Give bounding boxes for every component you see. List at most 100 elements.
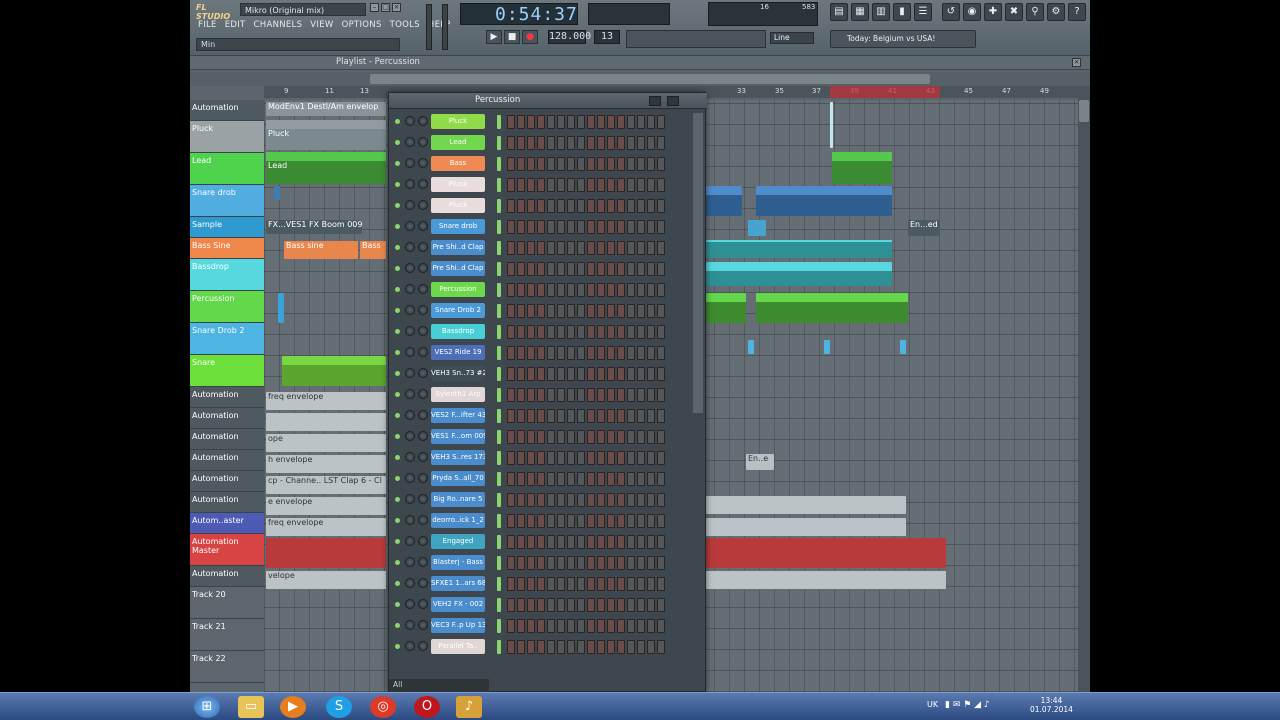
step-button[interactable]: [597, 283, 605, 297]
channel-mute-led[interactable]: [395, 560, 400, 565]
step-button[interactable]: [517, 220, 525, 234]
step-button[interactable]: [547, 241, 555, 255]
step-button[interactable]: [597, 409, 605, 423]
step-button[interactable]: [517, 619, 525, 633]
step-button[interactable]: [657, 640, 665, 654]
channel-mute-led[interactable]: [395, 455, 400, 460]
step-button[interactable]: [607, 556, 615, 570]
step-button[interactable]: [607, 262, 615, 276]
step-button[interactable]: [527, 577, 535, 591]
step-button[interactable]: [587, 241, 595, 255]
step-button[interactable]: [577, 409, 585, 423]
channel-select-indicator[interactable]: [497, 472, 501, 486]
step-button[interactable]: [557, 325, 565, 339]
channel-button[interactable]: Sylenth1 Arp: [431, 387, 485, 402]
step-button[interactable]: [617, 241, 625, 255]
step-button[interactable]: [517, 430, 525, 444]
step-button[interactable]: [527, 430, 535, 444]
step-button[interactable]: [597, 640, 605, 654]
step-button[interactable]: [527, 346, 535, 360]
step-button[interactable]: [527, 367, 535, 381]
step-button[interactable]: [547, 178, 555, 192]
step-button[interactable]: [627, 199, 635, 213]
step-button[interactable]: [517, 136, 525, 150]
step-button[interactable]: [607, 640, 615, 654]
track-header[interactable]: Automation Master: [190, 534, 264, 566]
step-button[interactable]: [617, 556, 625, 570]
menu-channels[interactable]: CHANNELS: [254, 20, 303, 32]
channel-select-indicator[interactable]: [497, 199, 501, 213]
clip-snare-drob2[interactable]: [900, 340, 906, 354]
channel-select-indicator[interactable]: [497, 136, 501, 150]
loop-region[interactable]: [830, 86, 940, 98]
step-button[interactable]: [627, 598, 635, 612]
step-button[interactable]: [657, 220, 665, 234]
channel-select-indicator[interactable]: [497, 115, 501, 129]
clip-automation[interactable]: [830, 102, 833, 148]
step-button[interactable]: [527, 388, 535, 402]
step-button[interactable]: [617, 136, 625, 150]
step-button[interactable]: [637, 325, 645, 339]
maximize-icon[interactable]: □: [381, 3, 390, 12]
step-button[interactable]: [617, 409, 625, 423]
channel-volume-knob[interactable]: [418, 137, 428, 147]
step-button[interactable]: [637, 640, 645, 654]
step-button[interactable]: [507, 367, 515, 381]
step-button[interactable]: [637, 136, 645, 150]
step-button[interactable]: [567, 472, 575, 486]
step-button[interactable]: [507, 409, 515, 423]
step-button[interactable]: [607, 388, 615, 402]
channel-button[interactable]: VES2 F...ifter 43: [431, 408, 485, 423]
channel-select-indicator[interactable]: [497, 220, 501, 234]
step-button[interactable]: [527, 136, 535, 150]
step-button[interactable]: [627, 619, 635, 633]
step-button[interactable]: [657, 493, 665, 507]
clip-automation-master[interactable]: [266, 538, 386, 568]
pattern-selector[interactable]: 13: [594, 30, 620, 44]
clip-sample[interactable]: [748, 220, 766, 236]
channel-volume-knob[interactable]: [418, 578, 428, 588]
channel-pan-knob[interactable]: [405, 200, 415, 210]
step-button[interactable]: [547, 451, 555, 465]
step-button[interactable]: [597, 115, 605, 129]
step-button[interactable]: [567, 640, 575, 654]
channel-volume-knob[interactable]: [418, 452, 428, 462]
step-button[interactable]: [587, 346, 595, 360]
step-button[interactable]: [557, 556, 565, 570]
step-button[interactable]: [517, 346, 525, 360]
track-header[interactable]: Automation: [190, 100, 264, 121]
channel-select-indicator[interactable]: [497, 409, 501, 423]
playlist-close-icon[interactable]: ×: [1072, 58, 1081, 67]
step-button[interactable]: [537, 451, 545, 465]
step-button[interactable]: [577, 472, 585, 486]
playlist-icon[interactable]: ▤: [830, 3, 848, 21]
channel-volume-knob[interactable]: [418, 200, 428, 210]
channel-mute-led[interactable]: [395, 371, 400, 376]
step-button[interactable]: [647, 304, 655, 318]
step-button[interactable]: [557, 283, 565, 297]
step-button[interactable]: [627, 388, 635, 402]
step-button[interactable]: [537, 157, 545, 171]
step-button[interactable]: [637, 220, 645, 234]
channel-select-indicator[interactable]: [497, 388, 501, 402]
close-icon[interactable]: ×: [392, 3, 401, 12]
step-button[interactable]: [537, 304, 545, 318]
step-button[interactable]: [617, 472, 625, 486]
step-button[interactable]: [647, 409, 655, 423]
step-button[interactable]: [607, 598, 615, 612]
piano-roll-icon[interactable]: ▦: [851, 3, 869, 21]
step-button[interactable]: [577, 157, 585, 171]
step-button[interactable]: [567, 388, 575, 402]
plugin-icon[interactable]: ✚: [984, 3, 1002, 21]
step-button[interactable]: [617, 115, 625, 129]
channel-volume-knob[interactable]: [418, 494, 428, 504]
step-button[interactable]: [597, 262, 605, 276]
step-button[interactable]: [517, 283, 525, 297]
step-button[interactable]: [527, 493, 535, 507]
step-button[interactable]: [647, 514, 655, 528]
clip-engaged[interactable]: En..e: [746, 454, 774, 470]
step-button[interactable]: [587, 493, 595, 507]
step-button[interactable]: [627, 346, 635, 360]
step-button[interactable]: [627, 136, 635, 150]
step-button[interactable]: [607, 241, 615, 255]
